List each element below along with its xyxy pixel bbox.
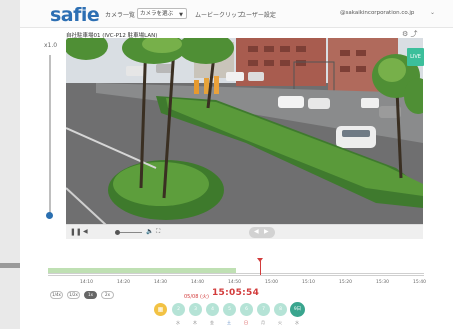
camera-video[interactable] (66, 38, 423, 225)
weekday-label: 火 (278, 320, 282, 325)
timeline-tick-label: 15:30 (376, 280, 389, 285)
camera-list-label: カメラ一覧 (105, 12, 136, 19)
timeline-tick-label: 14:40 (191, 280, 204, 285)
rewind-icon[interactable]: ◀ (83, 227, 88, 237)
pause-icon[interactable]: ❚❚ (70, 227, 82, 237)
timeline-tick-label: 15:00 (265, 280, 278, 285)
calendar-icon[interactable]: ▦ (154, 303, 167, 316)
share-icon[interactable]: ⤴ (411, 30, 418, 38)
app-window: safie カメラ一覧 カメラを選ぶ ▼ ムービークリップ ユーザー設定 @sa… (20, 0, 453, 329)
zoom-slider-handle[interactable] (46, 212, 53, 219)
day-chip[interactable]: 6 (240, 303, 253, 316)
user-menu-chevron-icon[interactable]: ⌄ (430, 9, 435, 16)
timeline-tick-label: 14:20 (117, 280, 130, 285)
day-chip[interactable]: 7 (257, 303, 270, 316)
safie-logo[interactable]: safie (50, 4, 100, 26)
timeline-tick-label: 15:10 (302, 280, 315, 285)
fullscreen-icon[interactable]: ⛶ (156, 227, 160, 237)
top-header: safie カメラ一覧 カメラを選ぶ ▼ ムービークリップ ユーザー設定 @sa… (20, 0, 453, 28)
user-email[interactable]: @sakaikincorporation.co.jp (340, 10, 414, 16)
speed-button[interactable]: 1/2x (67, 291, 80, 299)
timeline-tick-label: 15:40 (413, 280, 426, 285)
frame-nav-arrows[interactable]: ◀ ▶ (249, 227, 275, 238)
weekday-label: 水 (176, 320, 180, 325)
logo-text: safie (50, 4, 100, 26)
timeline-axis (48, 273, 424, 274)
day-chip[interactable]: 9日 (290, 302, 305, 317)
zoom-slider[interactable] (49, 55, 51, 215)
day-chip[interactable]: 5 (223, 303, 236, 316)
weekday-label: 木 (193, 320, 197, 325)
day-chip[interactable]: 2 (172, 303, 185, 316)
camera-select[interactable]: カメラを選ぶ ▼ (137, 8, 187, 19)
previous-arrow-icon[interactable]: ◀ (254, 227, 259, 237)
playhead[interactable] (260, 261, 262, 275)
nav-movie-clip[interactable]: ムービークリップ (195, 10, 243, 19)
timeline-tick-label: 15:20 (339, 280, 352, 285)
settings-icon[interactable]: ⚙ (402, 30, 408, 38)
speed-button[interactable]: 1x (84, 291, 97, 299)
weekday-label: 日 (244, 320, 248, 325)
timeline-tick-label: 14:10 (80, 280, 93, 285)
recording-timeline[interactable] (48, 258, 424, 276)
weekday-label: 水 (295, 320, 299, 325)
timeline-tick-label: 14:30 (154, 280, 167, 285)
speed-button[interactable]: 1/4x (50, 291, 63, 299)
current-date: 05/08 (火) (184, 294, 209, 300)
volume-icon[interactable]: 🔈 (146, 227, 153, 237)
weekday-label: 土 (227, 320, 231, 325)
day-chip[interactable]: 8 (274, 303, 287, 316)
day-chip[interactable]: 3 (189, 303, 202, 316)
zoom-level: x1.0 (44, 42, 58, 49)
next-arrow-icon[interactable]: ▶ (264, 227, 269, 237)
timeline-tick-label: 14:50 (228, 280, 241, 285)
speed-button[interactable]: 2x (101, 291, 114, 299)
live-button[interactable]: LIVE (407, 48, 424, 66)
parking-lot-scene (66, 38, 423, 225)
chevron-down-icon: ▼ (179, 12, 183, 18)
video-control-bar: ❚❚ ◀ 🔈 ⛶ ◀ ▶ (66, 224, 423, 239)
nav-user-settings[interactable]: ユーザー設定 (240, 10, 276, 19)
day-chip[interactable]: 4 (206, 303, 219, 316)
camera-select-value: カメラを選ぶ (140, 11, 174, 17)
volume-slider[interactable] (120, 232, 142, 233)
current-time: 15:05:54 (212, 288, 260, 298)
weekday-label: 金 (210, 320, 214, 325)
weekday-label: 月 (261, 320, 265, 325)
